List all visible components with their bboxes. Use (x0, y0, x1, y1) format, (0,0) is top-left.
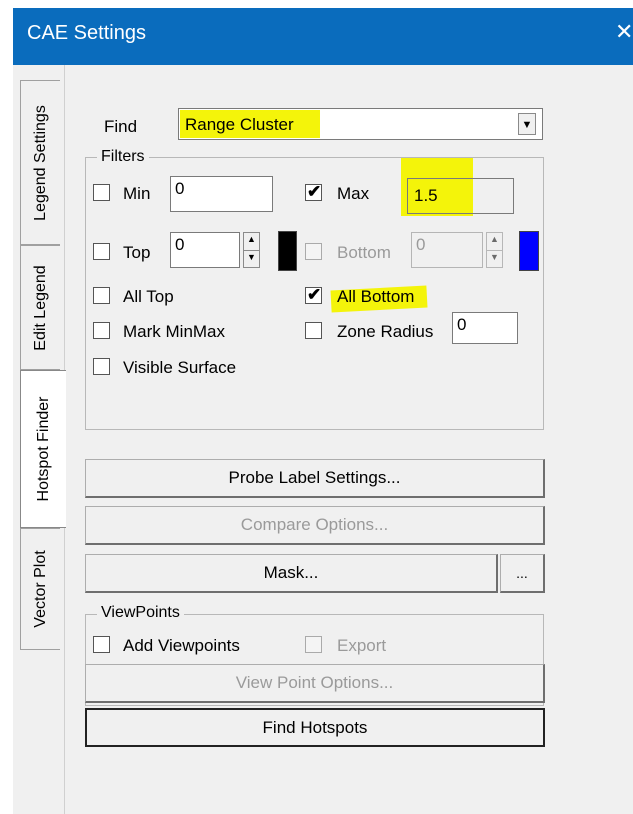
min-input[interactable]: 0 (170, 176, 273, 212)
filters-group-label: Filters (97, 148, 149, 166)
tab-edit-legend[interactable]: Edit Legend (20, 245, 60, 370)
zone-radius-input[interactable]: 0 (452, 312, 518, 344)
add-viewpoints-label: Add Viewpoints (123, 636, 240, 655)
max-checkbox[interactable]: ✔ (305, 182, 322, 201)
check-icon: ✔ (307, 182, 322, 201)
spin-down-icon[interactable]: ▼ (487, 251, 502, 268)
bottom-input[interactable]: 0 (411, 232, 483, 268)
top-checkbox[interactable] (93, 243, 110, 260)
top-label: Top (123, 243, 151, 262)
bottom-label: Bottom (337, 243, 391, 262)
max-value: 1.5 (414, 186, 438, 205)
find-label: Find (104, 117, 138, 136)
add-viewpoints-checkbox[interactable] (93, 636, 110, 653)
spin-down-icon[interactable]: ▼ (244, 251, 259, 268)
bottom-spinner[interactable]: ▲ ▼ (486, 232, 503, 268)
find-hotspots-button[interactable]: Find Hotspots (85, 708, 545, 747)
all-top-label: All Top (123, 287, 174, 306)
visible-surface-checkbox[interactable] (93, 358, 110, 375)
find-selected-value: Range Cluster (185, 115, 294, 134)
tab-label: Edit Legend (31, 264, 49, 351)
max-input[interactable]: 1.5 (407, 178, 514, 214)
export-checkbox[interactable] (305, 636, 322, 653)
bottom-checkbox[interactable] (305, 243, 322, 260)
tab-vector-plot[interactable]: Vector Plot (20, 528, 60, 650)
bottom-color-swatch[interactable] (519, 231, 539, 271)
find-dropdown[interactable]: Range Cluster ▼ (178, 108, 543, 140)
tab-hotspot-finder[interactable]: Hotspot Finder (20, 370, 66, 528)
top-spinner[interactable]: ▲ ▼ (243, 232, 260, 268)
all-top-checkbox[interactable] (93, 287, 110, 304)
all-bottom-checkbox[interactable]: ✔ (305, 285, 322, 304)
tab-label: Hotspot Finder (34, 396, 52, 502)
mask-button[interactable]: Mask... (85, 554, 498, 593)
visible-surface-label: Visible Surface (123, 358, 237, 377)
mask-more-button[interactable]: ... (500, 554, 545, 593)
window-title: CAE Settings (27, 22, 146, 44)
export-label: Export (337, 636, 387, 655)
view-point-options-button[interactable]: View Point Options... (85, 664, 545, 703)
viewpoints-group-label: ViewPoints (97, 604, 184, 622)
mark-minmax-checkbox[interactable] (93, 322, 110, 339)
max-label: Max (337, 184, 370, 203)
check-icon: ✔ (307, 285, 322, 304)
min-label: Min (123, 184, 151, 203)
zone-radius-checkbox[interactable] (305, 322, 322, 339)
mark-minmax-label: Mark MinMax (123, 322, 226, 341)
spin-up-icon[interactable]: ▲ (487, 233, 502, 251)
compare-options-button[interactable]: Compare Options... (85, 506, 545, 545)
probe-label-settings-button[interactable]: Probe Label Settings... (85, 459, 545, 498)
top-color-swatch[interactable] (278, 231, 297, 271)
close-icon[interactable]: ✕ (615, 19, 633, 45)
chevron-down-icon[interactable]: ▼ (518, 113, 536, 135)
min-checkbox[interactable] (93, 184, 110, 201)
tab-legend-settings[interactable]: Legend Settings (20, 80, 60, 245)
top-input[interactable]: 0 (170, 232, 240, 268)
zone-radius-label: Zone Radius (337, 322, 434, 341)
spin-up-icon[interactable]: ▲ (244, 233, 259, 251)
tab-label: Vector Plot (31, 550, 49, 628)
all-bottom-label: All Bottom (337, 287, 415, 306)
tab-label: Legend Settings (31, 104, 49, 221)
